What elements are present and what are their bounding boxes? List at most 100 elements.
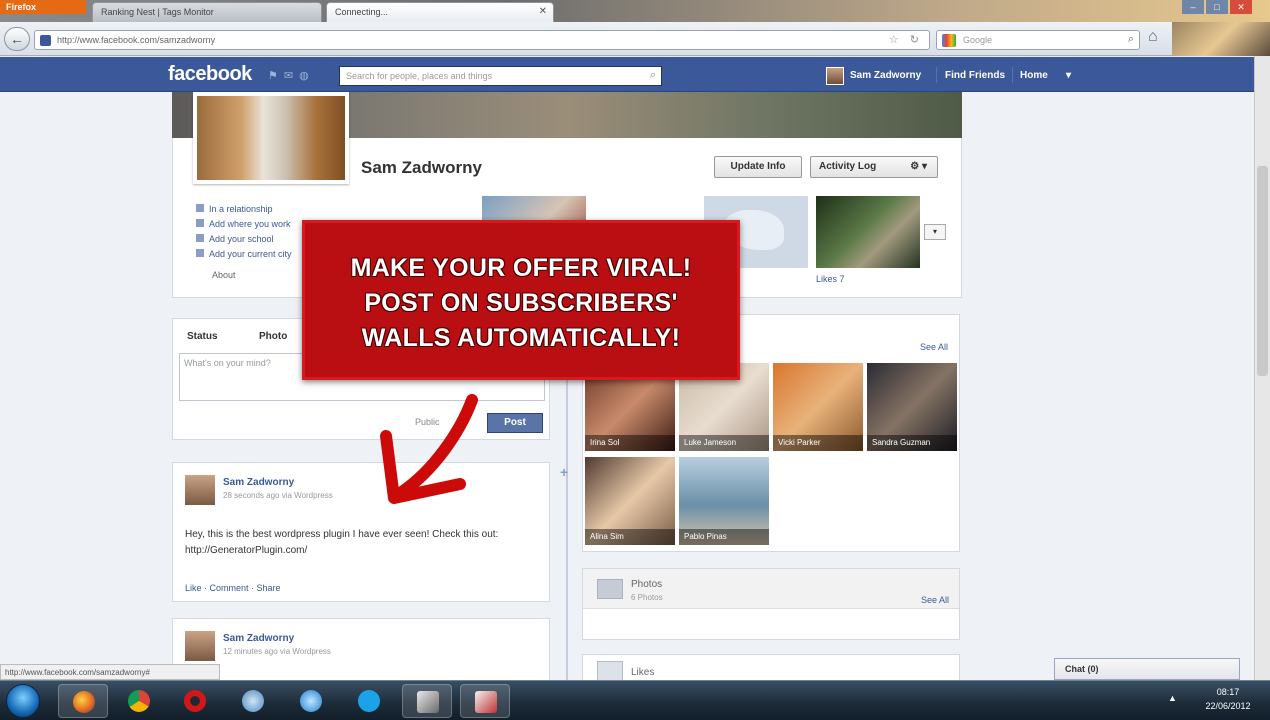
nav-divider <box>936 67 937 83</box>
friend-name: Alina Sim <box>585 529 675 545</box>
story-author[interactable]: Sam Zadworny <box>223 477 294 488</box>
opera-icon <box>184 690 206 712</box>
promo-text: MAKE YOUR OFFER VIRAL! POST ON SUBSCRIBE… <box>305 251 737 356</box>
google-icon <box>942 34 956 47</box>
profile-picture[interactable] <box>193 92 349 184</box>
about-item[interactable]: Add your current city <box>196 247 292 262</box>
home-link[interactable]: Home <box>1020 70 1048 81</box>
likes-app-caption[interactable]: Likes 7 <box>816 274 845 284</box>
find-friends-link[interactable]: Find Friends <box>945 70 1005 81</box>
browser-nav-bar: ← http://www.facebook.com/samzadworny ☆ … <box>0 22 1270 56</box>
profile-link[interactable]: Sam Zadworny <box>850 70 921 81</box>
browser-tab-2[interactable]: Connecting... ✕ <box>326 2 554 22</box>
story-timestamp[interactable]: 12 minutes ago via Wordpress <box>223 647 331 656</box>
minimize-icon[interactable]: – <box>1182 0 1204 14</box>
taskbar-app[interactable] <box>402 684 452 718</box>
likes-title[interactable]: Likes <box>631 667 654 678</box>
back-button[interactable]: ← <box>4 27 30 51</box>
taskbar-app[interactable] <box>228 684 278 718</box>
about-item[interactable]: Add where you work <box>196 217 292 232</box>
nav-divider <box>1012 67 1013 83</box>
bookmark-star-icon[interactable]: ☆ ↻ <box>889 33 923 46</box>
close-window-icon[interactable]: ✕ <box>1230 0 1252 14</box>
chat-tab[interactable]: Chat (0) <box>1054 658 1240 680</box>
tab-photo[interactable]: Photo <box>259 331 287 342</box>
avatar[interactable] <box>826 67 844 85</box>
clock-date[interactable]: 22/06/2012 <box>1200 701 1256 711</box>
taskbar-app[interactable] <box>460 684 510 718</box>
chrome-icon <box>128 690 150 712</box>
maximize-icon[interactable]: □ <box>1206 0 1228 14</box>
about-item-label: In a relationship <box>209 204 273 214</box>
photos-app-tile[interactable] <box>816 196 920 268</box>
fb-search-input[interactable]: Search for people, places and things ⌕ <box>339 66 662 86</box>
more-apps-button[interactable]: ▾ <box>924 224 946 240</box>
clock-time[interactable]: 08:17 <box>1200 687 1256 697</box>
about-list: In a relationship Add where you work Add… <box>196 202 292 262</box>
photos-box: Photos 6 Photos See All <box>582 568 960 640</box>
update-info-button[interactable]: Update Info <box>714 156 802 178</box>
home-icon[interactable]: ⌂ <box>1148 28 1158 46</box>
friend-tile[interactable]: Pablo Pinas <box>679 457 769 545</box>
friend-name: Vicki Parker <box>773 435 863 451</box>
search-icon[interactable]: ⌕ <box>1128 33 1134 46</box>
internet-explorer-icon <box>300 690 322 712</box>
chevron-down-icon[interactable]: ▾ <box>1066 70 1071 81</box>
photos-see-all-link[interactable]: See All <box>921 595 949 605</box>
promo-line: MAKE YOUR OFFER VIRAL! <box>350 254 692 282</box>
notifications-icons[interactable]: ⚑✉◍ <box>268 69 315 82</box>
friend-tile[interactable]: Sandra Guzman <box>867 363 957 451</box>
home-icon <box>196 249 204 257</box>
briefcase-icon <box>196 219 204 227</box>
about-item[interactable]: Add your school <box>196 232 292 247</box>
scrollbar-thumb[interactable] <box>1257 166 1268 376</box>
activity-log-label: Activity Log <box>819 161 877 172</box>
about-item-label: Add your school <box>209 234 274 244</box>
photos-count: 6 Photos <box>631 593 663 602</box>
browser-tab-1[interactable]: Ranking Nest | Tags Monitor <box>92 2 322 22</box>
start-button[interactable] <box>6 684 40 718</box>
taskbar-chrome[interactable] <box>114 684 164 718</box>
url-text: http://www.facebook.com/samzadworny <box>57 35 216 45</box>
friend-name: Sandra Guzman <box>867 435 957 451</box>
browser-search-box[interactable]: Google ⌕ <box>936 30 1140 50</box>
about-link[interactable]: About <box>212 270 236 280</box>
close-tab-icon[interactable]: ✕ <box>539 6 547 17</box>
tab-status[interactable]: Status <box>187 331 218 342</box>
about-item[interactable]: In a relationship <box>196 202 292 217</box>
story-actions[interactable]: Like · Comment · Share <box>185 583 281 593</box>
address-bar[interactable]: http://www.facebook.com/samzadworny ☆ ↻ <box>34 30 930 50</box>
add-event-icon[interactable]: + <box>560 464 568 480</box>
taskbar-skype[interactable] <box>344 684 394 718</box>
promo-line: WALLS AUTOMATICALLY! <box>361 324 681 352</box>
post-button[interactable]: Post <box>487 413 543 433</box>
taskbar-opera[interactable] <box>170 684 220 718</box>
friend-tile[interactable]: Alina Sim <box>585 457 675 545</box>
timeline-page: Sam Zadworny Update Info Activity Log ⚙ … <box>0 92 1254 680</box>
story-timestamp[interactable]: 28 seconds ago via Wordpress <box>223 491 333 500</box>
firefox-menu-button[interactable]: Firefox <box>0 0 86 14</box>
taskbar-firefox[interactable] <box>58 684 108 718</box>
site-favicon-icon <box>40 35 51 46</box>
avatar[interactable] <box>185 475 215 505</box>
profile-name[interactable]: Sam Zadworny <box>361 158 482 178</box>
page-scrollbar[interactable] <box>1254 56 1270 680</box>
story-author[interactable]: Sam Zadworny <box>223 633 294 644</box>
tray-expand-icon[interactable]: ▲ <box>1168 693 1177 703</box>
about-item-label: Add your current city <box>209 249 292 259</box>
photos-icon <box>597 579 623 599</box>
timeline-story: Sam Zadworny 28 seconds ago via Wordpres… <box>172 462 550 602</box>
likes-box: Likes <box>582 654 960 680</box>
taskbar-ie[interactable] <box>286 684 336 718</box>
friends-see-all-link[interactable]: See All <box>920 342 948 352</box>
globe-icon <box>242 690 264 712</box>
activity-log-button[interactable]: Activity Log ⚙ ▾ <box>810 156 938 178</box>
status-bar-url: http://www.facebook.com/samzadworny# <box>0 664 220 680</box>
facebook-logo[interactable]: facebook <box>168 63 252 86</box>
red-arrow-icon <box>380 394 478 504</box>
story-body: Hey, this is the best wordpress plugin I… <box>185 529 499 556</box>
avatar[interactable] <box>185 631 215 661</box>
search-icon[interactable]: ⌕ <box>650 69 656 82</box>
friend-tile[interactable]: Vicki Parker <box>773 363 863 451</box>
photos-title[interactable]: Photos <box>631 579 662 590</box>
